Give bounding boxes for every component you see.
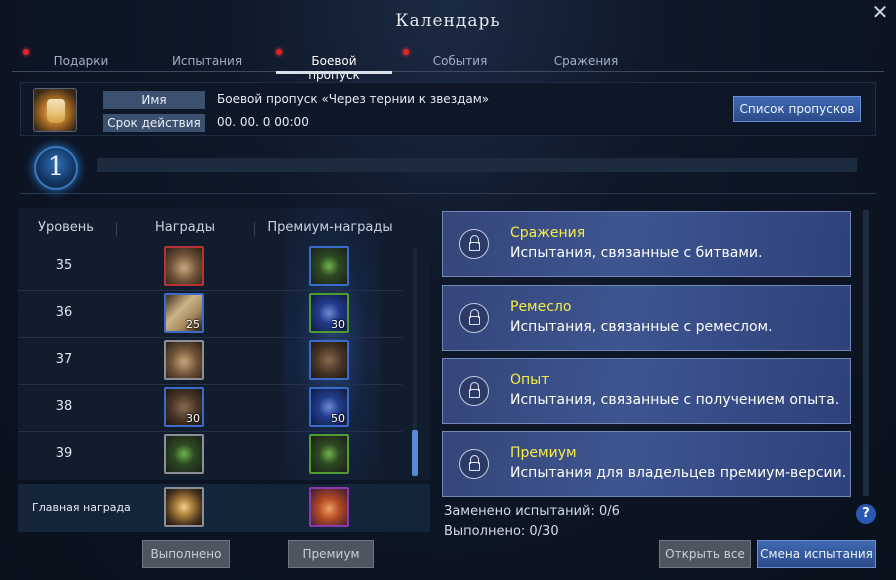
blue-gem-icon[interactable]: 30 [309,293,349,333]
table-row: 38 30 50 [18,385,402,432]
battle-pass-icon [33,88,77,132]
calendar-window: Календарь ✕ Подарки Испытания Боевой про… [0,0,896,580]
table-row: 36 25 30 [18,291,402,338]
portrait-icon[interactable] [309,487,349,527]
notification-dot [23,49,29,55]
challenges-scrollbar[interactable] [863,210,869,496]
header-rewards: Награды [154,220,216,235]
tab-gifts[interactable]: Подарки [42,54,120,72]
challenge-description: Испытания для владельцев премиум-версии. [510,465,847,481]
challenge-card-battles[interactable]: Сражения Испытания, связанные с битвами. [442,211,851,277]
help-icon[interactable]: ? [856,504,876,524]
table-row: 37 [18,338,402,385]
table-row: 35 [18,244,402,291]
rewards-scrollbar-thumb[interactable] [412,430,418,476]
item-quantity: 50 [331,412,345,425]
tab-bar: Подарки Испытания Боевой пропуск События… [12,44,884,82]
title-bar: Календарь ✕ [0,0,896,44]
current-level: 1 [47,152,65,182]
rewards-table: Уровень Награды Премиум-награды 35 36 25… [18,208,430,480]
box-icon[interactable] [309,340,349,380]
header-premium: Премиум-награды [267,220,393,235]
challenge-description: Испытания, связанные с получением опыта. [510,392,840,408]
lock-icon [459,376,489,406]
chest-icon[interactable] [164,340,204,380]
medal-icon[interactable] [164,487,204,527]
tab-battles[interactable]: Сражения [546,54,626,72]
item-quantity: 30 [331,318,345,331]
main-reward-label: Главная награда [32,501,131,514]
change-challenge-button[interactable]: Смена испытания [757,540,876,568]
replaced-count: Заменено испытаний: 0/6 [444,504,620,519]
challenge-description: Испытания, связанные с битвами. [510,245,763,261]
xp-progress-bar [97,158,857,172]
lock-icon [459,303,489,333]
green-orb-icon[interactable] [164,434,204,474]
chest-icon[interactable] [164,246,204,286]
challenge-card-premium[interactable]: Премиум Испытания для владельцев премиум… [442,431,851,497]
completed-button[interactable]: Выполнено [142,540,230,568]
item-quantity: 25 [186,318,200,331]
row-level: 36 [55,305,73,320]
row-level: 35 [55,258,73,273]
notification-dot [403,49,409,55]
green-orb-icon[interactable] [309,434,349,474]
pass-info-panel: Имя Боевой пропуск «Через тернии к звезд… [20,82,876,136]
challenge-title: Сражения [510,225,586,241]
completed-count: Выполнено: 0/30 [444,524,559,539]
lock-icon [459,449,489,479]
box-icon[interactable]: 30 [164,387,204,427]
challenge-title: Опыт [510,372,550,388]
window-title: Календарь [395,11,501,31]
tab-events[interactable]: События [422,54,498,72]
green-orb-icon[interactable] [309,246,349,286]
open-all-button[interactable]: Открыть все [659,540,751,568]
close-icon[interactable]: ✕ [870,2,890,22]
name-label: Имя [103,91,205,109]
pass-list-button[interactable]: Список пропусков [733,96,861,122]
divider [254,222,255,236]
challenge-description: Испытания, связанные с ремеслом. [510,319,773,335]
pass-duration: 00. 00. 0 00:00 [217,115,309,129]
lock-icon [459,229,489,259]
premium-button[interactable]: Премиум [288,540,374,568]
table-row: 39 [18,432,402,479]
challenge-card-experience[interactable]: Опыт Испытания, связанные с получением о… [442,358,851,424]
divider [116,222,117,236]
item-quantity: 30 [186,412,200,425]
row-level: 38 [55,399,73,414]
row-level: 39 [55,446,73,461]
duration-label: Срок действия [103,114,205,132]
header-level: Уровень [38,220,94,235]
tab-challenges[interactable]: Испытания [164,54,250,72]
level-progress: 1 [20,140,876,194]
challenge-title: Ремесло [510,299,572,315]
level-badge: 1 [34,146,78,190]
main-reward-row: Главная награда [18,484,430,532]
notification-dot [276,49,282,55]
pass-name: Боевой пропуск «Через тернии к звездам» [217,92,490,106]
challenge-card-crafting[interactable]: Ремесло Испытания, связанные с ремеслом. [442,285,851,351]
tab-battle-pass[interactable]: Боевой пропуск [276,54,392,82]
blue-gem-icon[interactable]: 50 [309,387,349,427]
row-level: 37 [55,352,73,367]
challenge-title: Премиум [510,445,577,461]
scroll-icon[interactable]: 25 [164,293,204,333]
